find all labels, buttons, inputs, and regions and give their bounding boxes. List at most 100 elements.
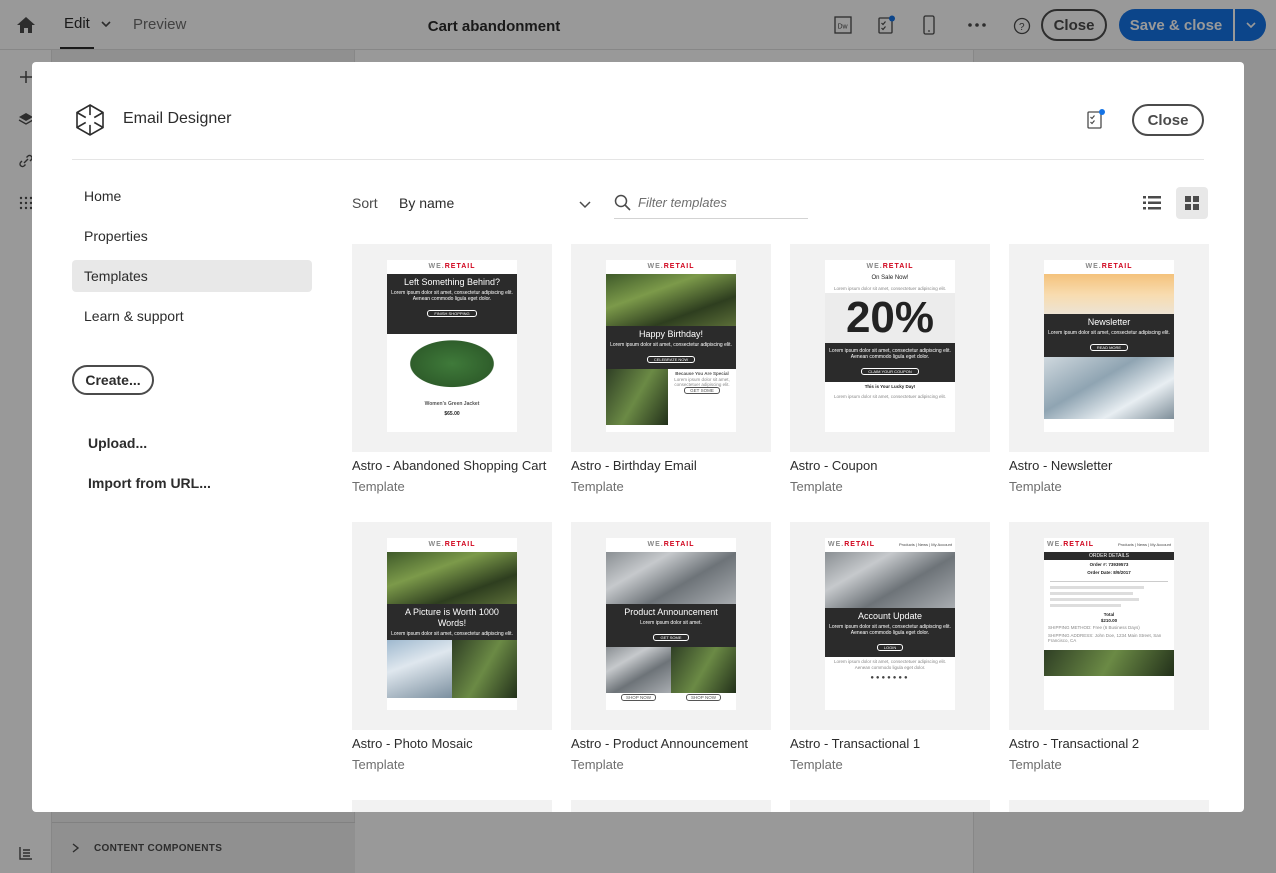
templates-toolbar: Sort By name [352, 187, 1212, 221]
thumb-side-button: GET SOME [684, 386, 720, 394]
thumb-body: Lorem ipsum dolor sit amet, consectetur … [1048, 330, 1170, 336]
thumb-footer-title: This is Your Lucky Day! [864, 384, 916, 389]
dialog-close-button[interactable]: Close [1132, 104, 1204, 136]
nav-item-home[interactable]: Home [72, 180, 312, 212]
dialog-header: Email Designer Close [72, 100, 1204, 160]
thumb-links: Products | News | My Account [899, 542, 952, 547]
thumb-body: Lorem ipsum dolor sit amet, consectetur … [610, 342, 732, 348]
template-thumbnail[interactable]: WE.RETAIL Product Announcement Lorem ips… [571, 522, 771, 730]
thumb-side-title: Because You Are Special [675, 371, 729, 376]
template-type: Template [352, 757, 405, 772]
template-thumbnail[interactable]: WE.RETAIL Newsletter Lorem ipsum dolor s… [1009, 244, 1209, 452]
template-name: Astro - Abandoned Shopping Cart [352, 458, 547, 473]
thumb-big-number: 20% [825, 293, 955, 343]
thumb-brand: RETAIL [663, 541, 695, 548]
grid-view-icon[interactable] [1176, 187, 1208, 219]
social-icons: ●●●●●●● [870, 675, 910, 681]
template-card[interactable]: WE.RETAIL Products | News | My Account OR… [1009, 522, 1209, 772]
thumb-button: CLAIM YOUR COUPON [861, 368, 919, 375]
create-button[interactable]: Create... [72, 365, 154, 395]
rocks-image [606, 552, 736, 604]
thumb-body: Lorem ipsum dolor sit amet, consectetur … [391, 631, 513, 637]
upload-link[interactable]: Upload... [88, 435, 147, 451]
template-type: Template [352, 479, 405, 494]
thumb-headline: Product Announcement [624, 607, 718, 617]
search-field [614, 187, 808, 219]
template-card-partial[interactable] [1009, 800, 1209, 812]
thumb-button: READ MORE [1089, 344, 1129, 351]
template-name: Astro - Photo Mosaic [352, 736, 473, 751]
template-card[interactable]: WE.RETAIL On Sale Now! Lorem ipsum dolor… [790, 244, 990, 494]
nav-item-templates[interactable]: Templates [72, 260, 312, 292]
thumb-headline: Account Update [857, 611, 923, 621]
template-thumbnail[interactable]: WE.RETAIL Products | News | My Account OR… [1009, 522, 1209, 730]
rocks-image [825, 552, 955, 608]
template-name: Astro - Birthday Email [571, 458, 697, 473]
snow-image [1044, 357, 1174, 419]
chevron-down-icon[interactable] [579, 196, 593, 210]
boots-image [606, 647, 671, 693]
people-image [1044, 649, 1174, 676]
template-card-partial[interactable] [571, 800, 771, 812]
template-type: Template [790, 479, 843, 494]
thumb-body: Lorem ipsum dolor sit amet, consectetur … [829, 624, 951, 636]
template-type: Template [1009, 479, 1062, 494]
template-card[interactable]: WE.RETAIL Products | News | My Account Ac… [790, 522, 990, 772]
thumb-body: Lorem ipsum dolor sit amet. [640, 620, 702, 626]
template-thumbnail[interactable]: WE.RETAIL On Sale Now! Lorem ipsum dolor… [790, 244, 990, 452]
filter-templates-input[interactable] [638, 191, 806, 213]
thumb-body: Lorem ipsum dolor sit amet, consectetur … [391, 290, 513, 302]
thumb-headline: Newsletter [1087, 317, 1131, 327]
import-from-url-link[interactable]: Import from URL... [88, 475, 211, 491]
template-name: Astro - Transactional 1 [790, 736, 921, 751]
thumb-price: $65.00 [444, 410, 460, 417]
checklist-icon[interactable] [1086, 108, 1108, 130]
list-view-icon[interactable] [1136, 187, 1168, 219]
thumb-brand: RETAIL [844, 541, 875, 548]
thumb-brand: RETAIL [882, 263, 914, 270]
template-thumbnail[interactable]: WE.RETAIL Products | News | My Account Ac… [790, 522, 990, 730]
template-type: Template [571, 479, 624, 494]
thumb-button: LOGIN [876, 644, 904, 651]
forest-image [387, 552, 517, 604]
email-designer-dialog: Email Designer Close Home Properties Tem… [32, 62, 1244, 812]
nav-item-learn-support[interactable]: Learn & support [72, 300, 312, 332]
nav-item-properties[interactable]: Properties [72, 220, 312, 252]
trail-image [452, 640, 517, 698]
template-card[interactable]: WE.RETAIL Left Something Behind? Lorem i… [352, 244, 552, 494]
thumb-brand: RETAIL [1101, 263, 1133, 270]
template-name: Astro - Coupon [790, 458, 878, 473]
sort-select[interactable]: By name [399, 195, 593, 211]
template-thumbnail[interactable]: WE.RETAIL Left Something Behind? Lorem i… [352, 244, 552, 452]
thumb-brand: RETAIL [444, 541, 476, 548]
thumb-headline: ORDER DETAILS [1089, 553, 1129, 559]
template-card[interactable]: WE.RETAIL Product Announcement Lorem ips… [571, 522, 771, 772]
thumb-headline: A Picture is Worth 1000 Words! [405, 607, 499, 628]
dialog-nav: Home Properties Templates Learn & suppor… [72, 180, 312, 340]
template-type: Template [790, 757, 843, 772]
thumb-caption: Women's Green Jacket [424, 401, 480, 407]
thumb-button: FINISH SHOPPING [427, 310, 477, 317]
thumb-headline: On Sale Now! [871, 275, 909, 281]
template-thumbnail[interactable]: WE.RETAIL Happy Birthday! Lorem ipsum do… [571, 244, 771, 452]
email-designer-logo-icon [72, 102, 108, 138]
search-icon [614, 194, 632, 212]
thumb-shop-button: SHOP NOW [621, 694, 656, 701]
thumb-order: Order #: 73939573 [1089, 562, 1129, 567]
template-card[interactable]: WE.RETAIL Happy Birthday! Lorem ipsum do… [571, 244, 771, 494]
thumb-headline: Left Something Behind? [403, 277, 501, 287]
jacket-image [387, 334, 517, 400]
template-thumbnail[interactable]: WE.RETAIL A Picture is Worth 1000 Words!… [352, 522, 552, 730]
template-name: Astro - Product Announcement [571, 736, 749, 751]
snowboard-image [387, 640, 452, 698]
template-card[interactable]: WE.RETAIL Newsletter Lorem ipsum dolor s… [1009, 244, 1209, 494]
thumb-brand: RETAIL [444, 263, 476, 270]
template-card-partial[interactable] [352, 800, 552, 812]
template-card-partial[interactable] [790, 800, 990, 812]
thumb-button: GET SOME [653, 634, 689, 641]
template-card[interactable]: WE.RETAIL A Picture is Worth 1000 Words!… [352, 522, 552, 772]
template-name: Astro - Newsletter [1009, 458, 1113, 473]
thumb-button: CELEBRATE NOW [646, 356, 696, 363]
sort-label: Sort [352, 195, 378, 211]
template-name: Astro - Transactional 2 [1009, 736, 1140, 751]
